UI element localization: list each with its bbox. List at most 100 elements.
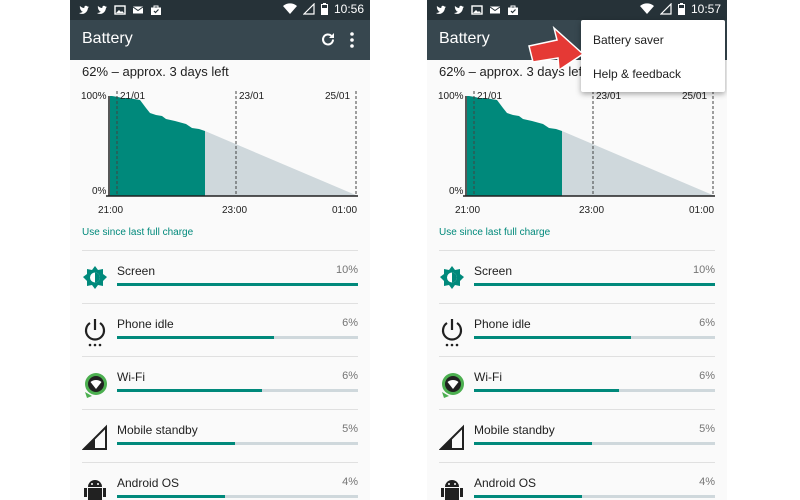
divider [439, 250, 715, 251]
usage-percent: 6% [699, 317, 715, 329]
battery-icon [320, 3, 328, 15]
usage-row-mobile-standby[interactable]: Mobile standby 5% [427, 415, 727, 465]
usage-percent: 5% [342, 423, 358, 435]
cell-signal-icon [659, 3, 672, 15]
twitter-icon [78, 3, 90, 15]
divider [82, 409, 358, 410]
divider [82, 303, 358, 304]
image-icon [114, 3, 126, 15]
usage-row-wifi[interactable]: Wi-Fi 6% [70, 362, 370, 412]
projection-area [205, 131, 358, 196]
discharge-area [467, 96, 562, 196]
usage-percent: 6% [342, 370, 358, 382]
usage-bar [117, 495, 358, 498]
usage-bar-fill [474, 495, 582, 498]
usage-label: Android OS [117, 476, 180, 490]
twitter-icon [435, 3, 447, 15]
usage-label: Screen [474, 264, 513, 278]
usage-bar [474, 389, 715, 392]
usage-row-screen[interactable]: Screen 10% [427, 256, 727, 306]
time-label: 21:00 [455, 205, 480, 216]
usage-label: Android OS [474, 476, 537, 490]
battery-history-chart[interactable]: 100% 0% 21/01 23/01 25/01 21:00 23:00 01… [427, 86, 727, 221]
wifi-icon [442, 373, 464, 398]
usage-percent: 5% [699, 423, 715, 435]
y-axis-top-label: 100% [81, 91, 107, 102]
bag-icon [507, 3, 519, 15]
refresh-icon[interactable] [318, 30, 338, 50]
usage-bar [474, 495, 715, 498]
notification-icons [435, 3, 519, 15]
brightness-icon [440, 266, 464, 289]
usage-bar [117, 283, 358, 286]
usage-row-phone-idle[interactable]: Phone idle 6% [427, 309, 727, 359]
more-options-icon[interactable] [346, 30, 358, 50]
battery-icon [677, 3, 685, 15]
usage-label: Wi-Fi [117, 370, 145, 384]
date-label: 21/01 [120, 91, 145, 102]
mail-icon [489, 3, 501, 15]
usage-bar-fill [117, 495, 225, 498]
time-label: 01:00 [689, 205, 714, 216]
menu-item-help-feedback[interactable]: Help & feedback [593, 67, 681, 81]
battery-history-chart[interactable]: 100% 0% 21/01 23/01 25/01 21:00 23:00 01… [70, 86, 370, 221]
usage-bar [117, 389, 358, 392]
usage-row-screen[interactable]: Screen 10% [70, 256, 370, 306]
usage-row-wifi[interactable]: Wi-Fi 6% [427, 362, 727, 412]
wifi-signal-icon [639, 3, 654, 14]
date-label: 23/01 [596, 91, 621, 102]
date-label: 21/01 [477, 91, 502, 102]
divider [82, 462, 358, 463]
brightness-icon [83, 266, 107, 289]
cell-signal-icon [82, 424, 107, 450]
usage-bar-fill [117, 336, 274, 339]
date-label: 25/01 [682, 91, 707, 102]
usage-row-android-os[interactable]: Android OS 4% [427, 468, 727, 500]
page-title: Battery [439, 30, 490, 47]
power-icon [84, 319, 106, 347]
android-icon [84, 480, 106, 500]
usage-label: Mobile standby [117, 423, 198, 437]
battery-status-text: 62% – approx. 3 days left [82, 64, 229, 79]
usage-row-mobile-standby[interactable]: Mobile standby 5% [70, 415, 370, 465]
usage-bar-fill [474, 283, 715, 286]
divider [439, 303, 715, 304]
usage-percent: 4% [342, 476, 358, 488]
y-axis-top-label: 100% [438, 91, 464, 102]
mail-icon [132, 3, 144, 15]
cell-signal-icon [439, 424, 464, 450]
screen-right: 10:57 Battery 62% – approx. 3 days left … [427, 0, 727, 500]
time-label: 23:00 [222, 205, 247, 216]
usage-bar-fill [474, 336, 631, 339]
power-icon [441, 319, 463, 347]
usage-percent: 10% [335, 264, 358, 276]
divider [82, 250, 358, 251]
usage-bar-fill [117, 442, 235, 445]
divider [439, 356, 715, 357]
usage-percent: 6% [342, 317, 358, 329]
usage-row-android-os[interactable]: Android OS 4% [70, 468, 370, 500]
y-axis-bottom-label: 0% [92, 186, 107, 197]
menu-item-battery-saver[interactable]: Battery saver [593, 33, 664, 47]
clock: 10:56 [333, 2, 364, 16]
usage-bar-fill [474, 389, 619, 392]
projection-area [562, 131, 715, 196]
usage-label: Wi-Fi [474, 370, 502, 384]
usage-bar-fill [117, 389, 262, 392]
usage-label: Phone idle [117, 317, 174, 331]
usage-bar [117, 442, 358, 445]
usage-percent: 10% [692, 264, 715, 276]
app-toolbar: Battery [70, 20, 370, 60]
red-arrow-icon [528, 26, 585, 72]
usage-bar [117, 336, 358, 339]
usage-label: Mobile standby [474, 423, 555, 437]
bag-icon [150, 3, 162, 15]
twitter-icon [96, 3, 108, 15]
image-icon [471, 3, 483, 15]
usage-label: Phone idle [474, 317, 531, 331]
usage-row-phone-idle[interactable]: Phone idle 6% [70, 309, 370, 359]
status-right: 10:57 [639, 2, 721, 16]
notification-icons [78, 3, 162, 15]
usage-bar-fill [117, 283, 358, 286]
cell-signal-icon [302, 3, 315, 15]
